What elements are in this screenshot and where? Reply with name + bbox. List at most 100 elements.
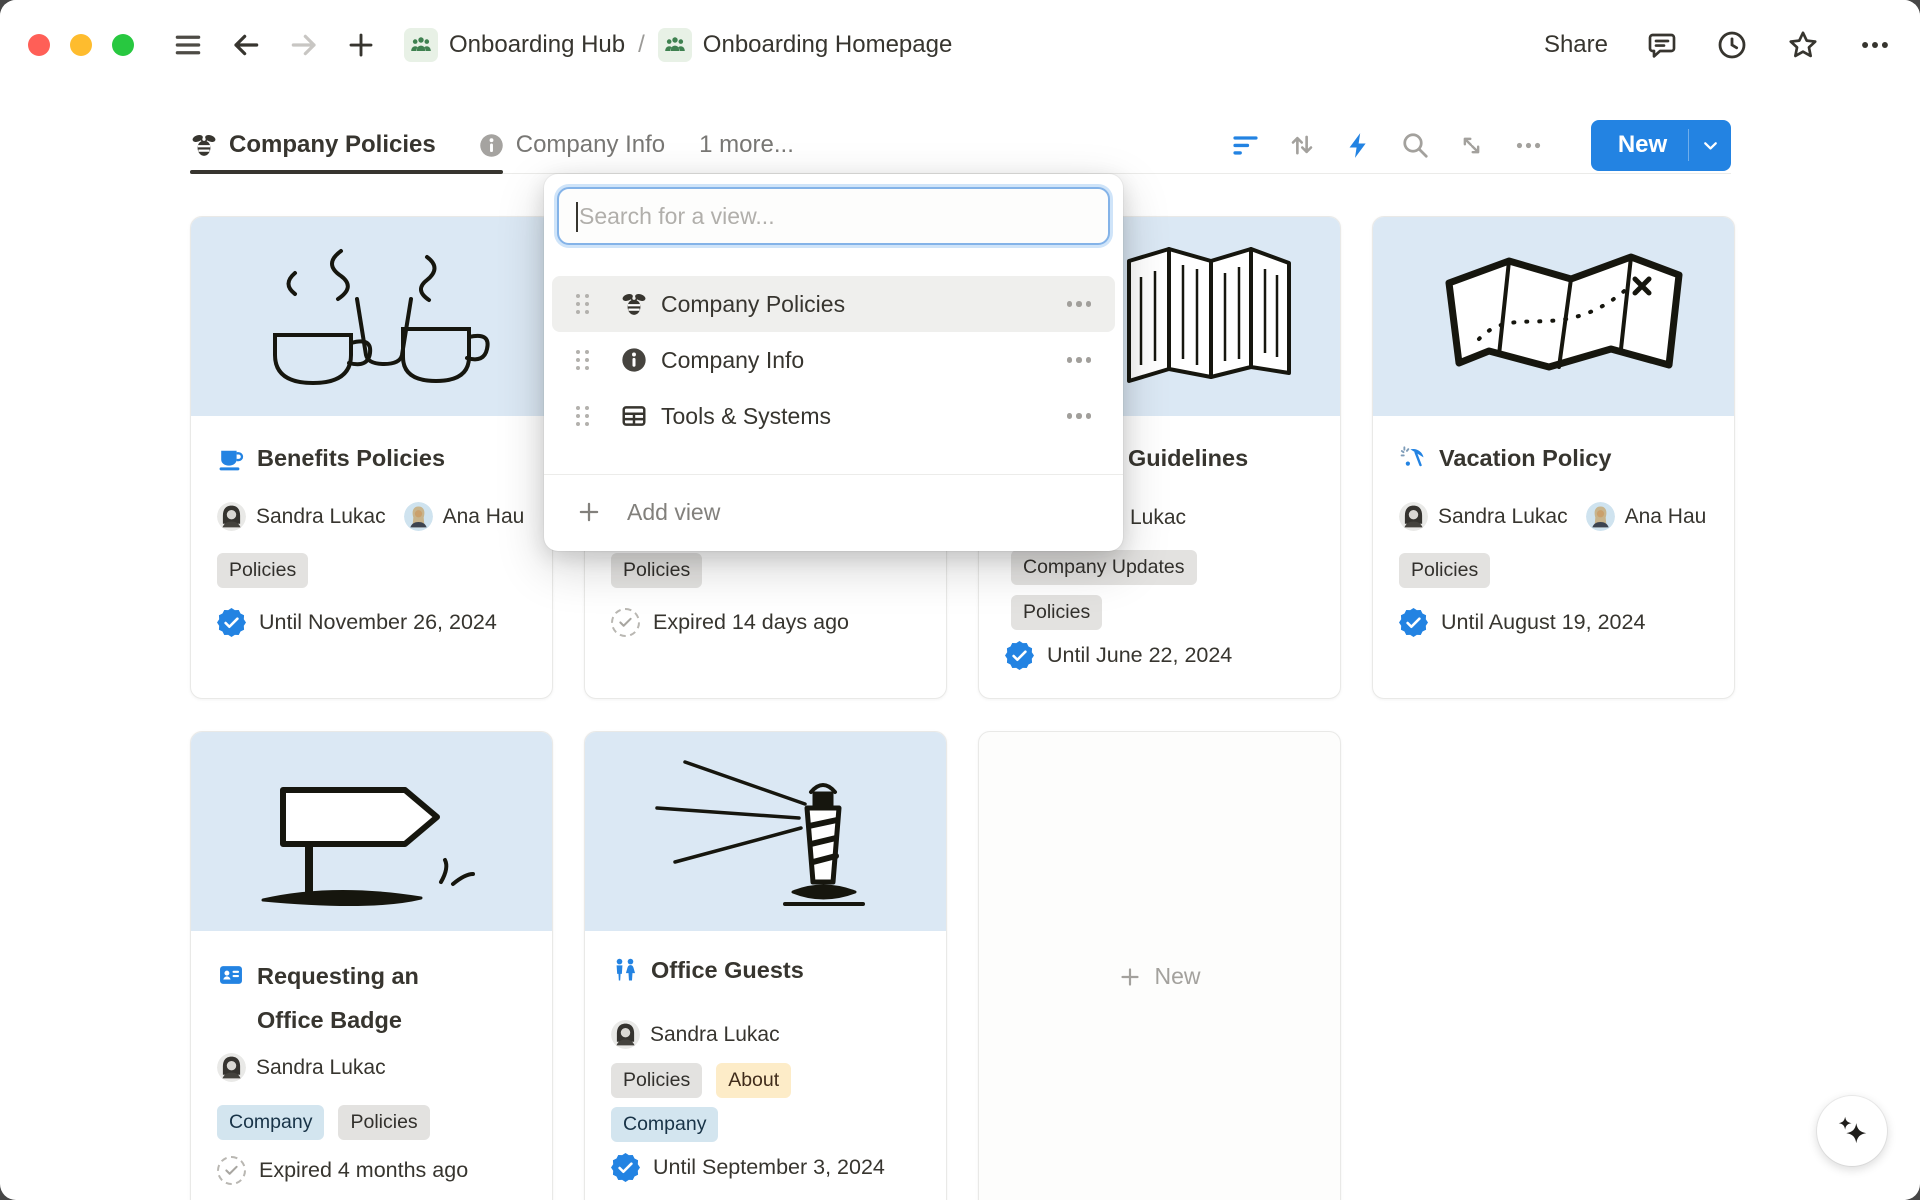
card-title: Office Guests: [651, 957, 804, 984]
card-title-row: Benefits Policies: [217, 444, 536, 472]
card-cover-map-illustration: [1373, 217, 1734, 416]
avatar: [404, 502, 433, 531]
tab-company-info[interactable]: Company Info: [478, 131, 665, 159]
view-menu-item-company-policies[interactable]: Company Policies: [552, 276, 1115, 332]
text-caret: [576, 202, 578, 232]
plus-icon: [1118, 965, 1142, 989]
id-badge-icon: [217, 961, 245, 1042]
drag-handle-icon[interactable]: [576, 294, 593, 314]
card-tags: Policies: [217, 553, 536, 588]
breadcrumb-separator: /: [636, 31, 647, 59]
tag-pill: About: [716, 1063, 791, 1098]
breadcrumb-hub[interactable]: Onboarding Hub: [449, 31, 625, 59]
comments-icon[interactable]: [1646, 29, 1678, 61]
person-name: Lukac: [1130, 506, 1186, 530]
card-status-row: Until November 26, 2024: [217, 608, 536, 637]
avatar: [217, 1053, 246, 1082]
verified-check-icon: [1399, 608, 1428, 637]
card-office-guests[interactable]: Office Guests Sandra Lukac Policies Abou…: [584, 731, 947, 1200]
card-title: Requesting anOffice Badge: [257, 954, 419, 1042]
tag-pill: Company: [611, 1107, 718, 1142]
automations-lightning-icon[interactable]: [1344, 131, 1373, 160]
card-requesting-office-badge[interactable]: Requesting anOffice Badge Sandra Lukac C…: [190, 731, 553, 1200]
verified-check-icon: [611, 1153, 640, 1182]
back-arrow-icon[interactable]: [230, 29, 262, 61]
more-options-icon[interactable]: [1858, 28, 1892, 62]
breadcrumb: Onboarding Hub / Onboarding Homepage: [404, 28, 952, 62]
sidebar-menu-icon[interactable]: [172, 29, 204, 61]
card-cover-lighthouse-illustration: [585, 732, 946, 931]
add-view-button[interactable]: Add view: [552, 486, 1115, 538]
filter-icon[interactable]: [1231, 131, 1260, 160]
new-page-plus-icon[interactable]: [346, 30, 376, 60]
tab-company-policies[interactable]: Company Policies: [190, 131, 436, 159]
status-text: Until November 26, 2024: [259, 610, 497, 635]
verified-check-icon: [1005, 641, 1034, 670]
verified-check-icon: [217, 608, 246, 637]
sort-icon[interactable]: [1287, 130, 1317, 160]
breadcrumb-page[interactable]: Onboarding Homepage: [703, 31, 953, 59]
avatar: [217, 502, 246, 531]
card-people-row: Sandra Lukac Ana Hau: [1399, 502, 1734, 531]
person-name: Sandra Lukac: [256, 1056, 386, 1080]
view-menu-item-label: Tools & Systems: [661, 403, 1067, 430]
new-card-label-row: New: [979, 963, 1340, 990]
traffic-light-minimize[interactable]: [70, 34, 92, 56]
new-card-label: New: [1154, 963, 1200, 990]
tag-pill: Policies: [338, 1105, 429, 1140]
card-benefits-policies[interactable]: Benefits Policies Sandra Lukac Ana Hau P…: [190, 216, 553, 699]
view-menu-item-tools-systems[interactable]: Tools & Systems: [552, 388, 1115, 444]
avatar: [1586, 502, 1615, 531]
search-icon[interactable]: [1400, 130, 1430, 160]
card-people-row: Sandra Lukac: [217, 1053, 552, 1082]
card-tags: Company Policies: [217, 1105, 536, 1140]
ai-assistant-button[interactable]: [1817, 1096, 1887, 1166]
add-view-label: Add view: [627, 499, 720, 526]
item-options-icon[interactable]: [1067, 357, 1092, 363]
person-name: Sandra Lukac: [256, 505, 386, 529]
chevron-down-icon[interactable]: [1689, 135, 1731, 156]
tab-label: Company Policies: [229, 131, 436, 159]
coffee-cup-icon: [217, 444, 245, 472]
person-name: Sandra Lukac: [650, 1023, 780, 1047]
view-options-icon[interactable]: [1513, 130, 1544, 161]
card-cover-mugs-illustration: [191, 217, 552, 416]
tag-pill: Company Updates: [1011, 550, 1197, 585]
tag-pill: Policies: [611, 553, 702, 588]
person-name: Ana Hau: [1625, 505, 1707, 529]
view-menu-item-company-info[interactable]: Company Info: [552, 332, 1115, 388]
card-status-row: Until September 3, 2024: [611, 1153, 930, 1182]
tab-label: Company Info: [516, 131, 665, 159]
vacation-icon: [1399, 444, 1427, 472]
sparkles-icon: [1833, 1112, 1871, 1150]
card-title-row: Vacation Policy: [1399, 444, 1718, 472]
item-options-icon[interactable]: [1067, 301, 1092, 307]
plus-icon: [576, 499, 602, 525]
item-options-icon[interactable]: [1067, 413, 1092, 419]
favorite-star-icon[interactable]: [1786, 28, 1820, 62]
card-title: Vacation Policy: [1439, 445, 1611, 472]
card-tags: Policies About: [611, 1063, 930, 1098]
person-name: Sandra Lukac: [1438, 505, 1568, 529]
view-search-field[interactable]: [557, 187, 1110, 245]
updates-clock-icon[interactable]: [1716, 29, 1748, 61]
share-button[interactable]: Share: [1544, 31, 1608, 59]
titlebar-actions: Share: [1544, 28, 1892, 62]
expand-view-icon[interactable]: [1457, 131, 1486, 160]
drag-handle-icon[interactable]: [576, 406, 593, 426]
traffic-light-close[interactable]: [28, 34, 50, 56]
card-tags: Policies: [611, 553, 930, 588]
expired-check-icon: [217, 1156, 246, 1185]
drag-handle-icon[interactable]: [576, 350, 593, 370]
new-card-placeholder[interactable]: New: [978, 731, 1341, 1200]
forward-arrow-icon[interactable]: [288, 29, 320, 61]
view-search-input[interactable]: [559, 203, 1108, 230]
traffic-light-zoom[interactable]: [112, 34, 134, 56]
new-button[interactable]: New: [1591, 120, 1731, 171]
card-tags: Policies: [1011, 595, 1324, 630]
card-vacation-policy[interactable]: Vacation Policy Sandra Lukac Ana Hau Pol…: [1372, 216, 1735, 699]
onboarding-homepage-icon: [658, 28, 692, 62]
card-title: Benefits Policies: [257, 445, 445, 472]
more-views-link[interactable]: 1 more...: [699, 131, 794, 159]
onboarding-hub-icon: [404, 28, 438, 62]
